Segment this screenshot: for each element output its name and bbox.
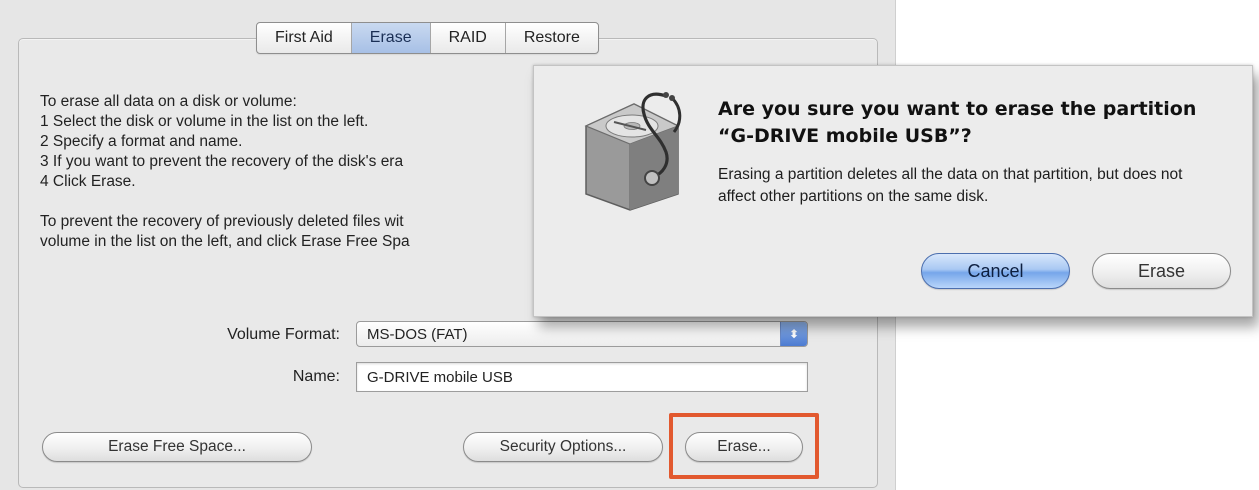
updown-arrows-icon: ⬍: [780, 322, 807, 346]
tab-bar: First Aid Erase RAID Restore: [256, 22, 599, 54]
tab-restore[interactable]: Restore: [504, 23, 598, 53]
alert-title: Are you sure you want to erase the parti…: [718, 98, 1197, 147]
volume-format-row: Volume Format: MS-DOS (FAT) ⬍: [0, 321, 895, 349]
name-label: Name:: [292, 368, 340, 385]
erase-instructions: To erase all data on a disk or volume: 1…: [40, 92, 410, 252]
tab-raid[interactable]: RAID: [429, 23, 505, 53]
name-input[interactable]: G-DRIVE mobile USB: [356, 362, 808, 392]
cancel-button[interactable]: Cancel: [921, 253, 1070, 289]
tab-erase[interactable]: Erase: [350, 23, 430, 53]
volume-format-select[interactable]: MS-DOS (FAT) ⬍: [356, 321, 808, 347]
instruction-step: 3 If you want to prevent the recovery of…: [40, 153, 404, 170]
erase-free-space-button[interactable]: Erase Free Space...: [42, 432, 312, 462]
erase-button-highlight: [669, 413, 819, 479]
security-options-button[interactable]: Security Options...: [463, 432, 663, 462]
erase-confirmation-alert: Are you sure you want to erase the parti…: [533, 65, 1253, 317]
free-space-instruction: volume in the list on the left, and clic…: [40, 233, 410, 250]
confirm-erase-button[interactable]: Erase: [1092, 253, 1231, 289]
volume-format-label: Volume Format:: [227, 326, 340, 343]
alert-message: Erasing a partition deletes all the data…: [718, 166, 1183, 205]
name-input-value: G-DRIVE mobile USB: [367, 369, 513, 386]
instruction-step: 4 Click Erase.: [40, 173, 136, 190]
name-row: Name: G-DRIVE mobile USB: [0, 362, 895, 392]
free-space-instruction: To prevent the recovery of previously de…: [40, 213, 404, 230]
instruction-step: 1 Select the disk or volume in the list …: [40, 113, 369, 130]
instructions-heading: To erase all data on a disk or volume:: [40, 93, 297, 110]
disk-utility-icon: [584, 92, 682, 211]
volume-format-value: MS-DOS (FAT): [367, 326, 468, 343]
tab-first-aid[interactable]: First Aid: [257, 23, 351, 53]
instruction-step: 2 Specify a format and name.: [40, 133, 243, 150]
